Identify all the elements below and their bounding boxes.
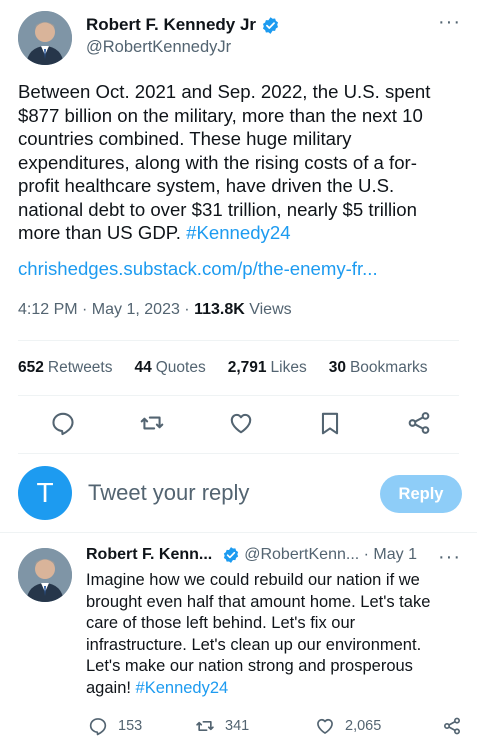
- share-icon[interactable]: [406, 410, 432, 436]
- tweet-body: Between Oct. 2021 and Sep. 2022, the U.S…: [18, 81, 431, 243]
- engagement-stats: 652 Retweets 44 Quotes 2,791 Likes 30 Bookma…: [18, 359, 428, 377]
- more-options-icon[interactable]: ···: [438, 11, 461, 34]
- reply-icon: [89, 718, 107, 736]
- divider: [18, 340, 459, 341]
- reply-replies-count: 153: [118, 718, 143, 734]
- share-icon[interactable]: [442, 716, 462, 736]
- author-handle[interactable]: @RobertKennedyJr: [86, 38, 231, 57]
- reply-action-bar: 153 341 2,065: [0, 716, 477, 740]
- likes-stat[interactable]: 2,791 Likes: [228, 359, 307, 377]
- reply-author-name[interactable]: Robert F. Kenn...: [86, 546, 212, 564]
- views-label: Views: [244, 301, 292, 318]
- verified-badge-icon: [261, 16, 280, 35]
- reply-replies-action[interactable]: 153: [88, 716, 142, 736]
- reply-author-handle[interactable]: @RobertKenn... · May 1: [244, 546, 417, 564]
- tweet-time[interactable]: 4:12 PM · May 1, 2023 ·: [18, 301, 194, 318]
- reply-retweets-action[interactable]: 341: [195, 716, 249, 736]
- divider: [0, 532, 477, 533]
- reply-button[interactable]: Reply: [380, 475, 462, 513]
- views-count: 113.8K: [194, 301, 245, 318]
- reply-icon[interactable]: [50, 410, 76, 436]
- more-options-icon[interactable]: ···: [438, 546, 461, 569]
- like-icon: [317, 718, 333, 734]
- divider: [18, 453, 459, 454]
- reply-retweets-count: 341: [225, 718, 250, 734]
- tweet-timestamp: 4:12 PM · May 1, 2023 · 113.8K Views: [18, 301, 292, 319]
- tweet-action-bar: [0, 410, 477, 440]
- reply-author-avatar[interactable]: [18, 548, 72, 602]
- bookmarks-stat[interactable]: 30 Bookmarks: [329, 359, 428, 377]
- reply-likes-count: 2,065: [345, 718, 382, 734]
- verified-badge-icon: [222, 546, 240, 564]
- author-name-row: Robert F. Kennedy Jr: [86, 15, 280, 35]
- divider: [18, 395, 459, 396]
- author-display-name[interactable]: Robert F. Kennedy Jr: [86, 15, 256, 35]
- reply-tweet-text: Imagine how we could rebuild our nation …: [86, 570, 458, 699]
- tweet-hashtag[interactable]: #Kennedy24: [186, 222, 290, 243]
- retweet-icon[interactable]: [139, 410, 165, 436]
- bookmark-icon[interactable]: [317, 410, 343, 436]
- reply-tweet-header: Robert F. Kenn... @RobertKenn... · May 1: [86, 546, 417, 564]
- reply-hashtag[interactable]: #Kennedy24: [136, 679, 229, 697]
- reply-likes-action[interactable]: 2,065: [315, 716, 381, 736]
- tweet-link[interactable]: chrishedges.substack.com/p/the-enemy-fr.…: [18, 258, 378, 280]
- user-avatar[interactable]: T: [18, 466, 72, 520]
- reply-input[interactable]: Tweet your reply: [88, 480, 249, 506]
- author-avatar[interactable]: [18, 11, 72, 65]
- like-icon[interactable]: [228, 410, 254, 436]
- retweets-stat[interactable]: 652 Retweets: [18, 359, 113, 377]
- tweet-text: Between Oct. 2021 and Sep. 2022, the U.S…: [18, 80, 458, 245]
- retweet-icon: [196, 721, 214, 731]
- quotes-stat[interactable]: 44 Quotes: [135, 359, 206, 377]
